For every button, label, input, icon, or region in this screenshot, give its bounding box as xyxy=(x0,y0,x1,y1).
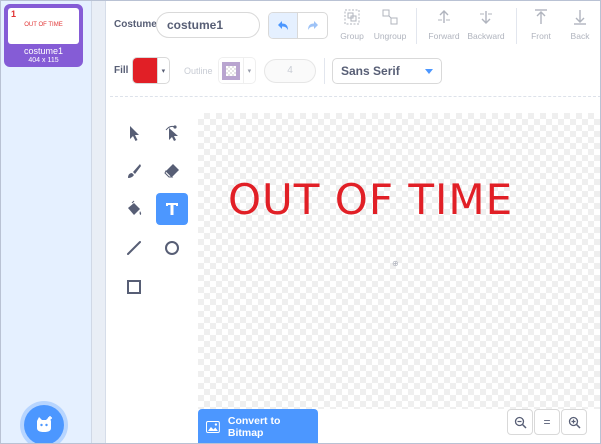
paint-editor: Costume Group Ungroup xyxy=(106,0,601,444)
front-icon xyxy=(535,9,547,24)
forward-label: Forward xyxy=(428,31,460,41)
fill-color-picker[interactable]: ▾ xyxy=(132,57,170,84)
fill-color-swatch xyxy=(133,58,158,83)
forward-icon xyxy=(438,10,450,23)
toolbar-divider xyxy=(110,96,601,97)
text-tool[interactable] xyxy=(156,193,188,225)
convert-to-bitmap-label: Convert to Bitmap xyxy=(227,414,281,439)
toolbar-separator xyxy=(416,8,417,44)
back-label: Back xyxy=(570,31,590,41)
line-tool[interactable] xyxy=(118,232,150,264)
font-dropdown-value: Sans Serif xyxy=(341,64,400,78)
font-dropdown[interactable]: Sans Serif xyxy=(332,58,442,84)
eraser-tool[interactable] xyxy=(156,155,188,187)
caret-down-icon: ▾ xyxy=(161,67,166,75)
zoom-in-icon xyxy=(568,416,581,429)
backward-label: Backward xyxy=(467,31,505,41)
zoom-out-button[interactable] xyxy=(507,409,533,435)
outline-label: Outline xyxy=(184,66,213,76)
image-icon xyxy=(206,420,220,433)
canvas-text[interactable]: OUT OF TIME xyxy=(228,175,513,224)
crosshair-icon: ⊕ xyxy=(392,259,399,268)
reshape-icon xyxy=(165,125,178,141)
outline-width-input[interactable]: 4 xyxy=(264,59,316,83)
toolbar-separator xyxy=(516,8,517,44)
redo-icon xyxy=(307,20,318,30)
add-costume-button[interactable] xyxy=(24,405,64,444)
fill-label: Fill xyxy=(114,65,129,76)
convert-to-bitmap-button[interactable]: Convert to Bitmap xyxy=(198,409,318,444)
undo-redo-group xyxy=(268,12,328,39)
fill-tool[interactable] xyxy=(118,193,150,225)
backward-icon xyxy=(480,11,492,24)
zoom-out-icon xyxy=(514,416,527,429)
backward-button[interactable]: Backward xyxy=(464,8,508,41)
circle-icon xyxy=(165,241,179,255)
back-button[interactable]: Back xyxy=(558,8,601,41)
chevron-down-icon xyxy=(425,68,433,74)
zoom-in-button[interactable] xyxy=(561,409,587,435)
text-icon xyxy=(166,203,178,215)
style-row-separator xyxy=(324,58,325,84)
ungroup-label: Ungroup xyxy=(373,31,407,41)
costume-item[interactable]: 1 OUT OF TIME costume1 404 x 115 xyxy=(4,4,83,67)
undo-icon xyxy=(278,20,288,30)
costume-thumbnail: 1 OUT OF TIME xyxy=(8,8,79,44)
select-tool[interactable] xyxy=(118,117,150,149)
costume-label: Costume xyxy=(114,19,157,30)
costume-name-input[interactable] xyxy=(156,12,260,38)
reshape-tool[interactable] xyxy=(156,117,188,149)
zoom-reset-label: = xyxy=(543,415,551,429)
undo-button[interactable] xyxy=(269,13,299,38)
cat-add-icon xyxy=(37,416,52,432)
front-label: Front xyxy=(531,31,551,41)
ungroup-button[interactable]: Ungroup xyxy=(368,8,412,41)
outline-color-swatch xyxy=(219,58,244,83)
brush-icon xyxy=(128,164,141,178)
circle-tool[interactable] xyxy=(156,232,188,264)
costume-number: 1 xyxy=(11,9,17,19)
costume-name: costume1 xyxy=(23,46,64,56)
group-icon xyxy=(344,9,360,25)
fill-icon xyxy=(128,200,142,215)
eraser-icon xyxy=(164,164,179,178)
forward-button[interactable]: Forward xyxy=(422,8,466,41)
group-label: Group xyxy=(340,31,364,41)
brush-tool[interactable] xyxy=(118,155,150,187)
ungroup-icon xyxy=(382,9,398,25)
back-icon xyxy=(574,10,586,25)
caret-down-icon: ▾ xyxy=(247,67,252,75)
costume-thumb-text: OUT OF TIME xyxy=(24,22,63,28)
rectangle-icon xyxy=(127,280,141,294)
panel-divider xyxy=(92,0,106,444)
zoom-reset-button[interactable]: = xyxy=(534,409,560,435)
front-button[interactable]: Front xyxy=(519,8,563,41)
outline-color-picker[interactable]: ▾ xyxy=(218,57,256,84)
rectangle-tool[interactable] xyxy=(118,271,150,303)
line-icon xyxy=(127,241,141,255)
redo-button[interactable] xyxy=(298,13,327,38)
drawing-canvas[interactable]: OUT OF TIME ⊕ xyxy=(198,113,601,409)
costume-list-panel: 1 OUT OF TIME costume1 404 x 115 xyxy=(0,0,92,444)
select-icon xyxy=(130,126,139,141)
costume-size: 404 x 115 xyxy=(28,57,59,64)
